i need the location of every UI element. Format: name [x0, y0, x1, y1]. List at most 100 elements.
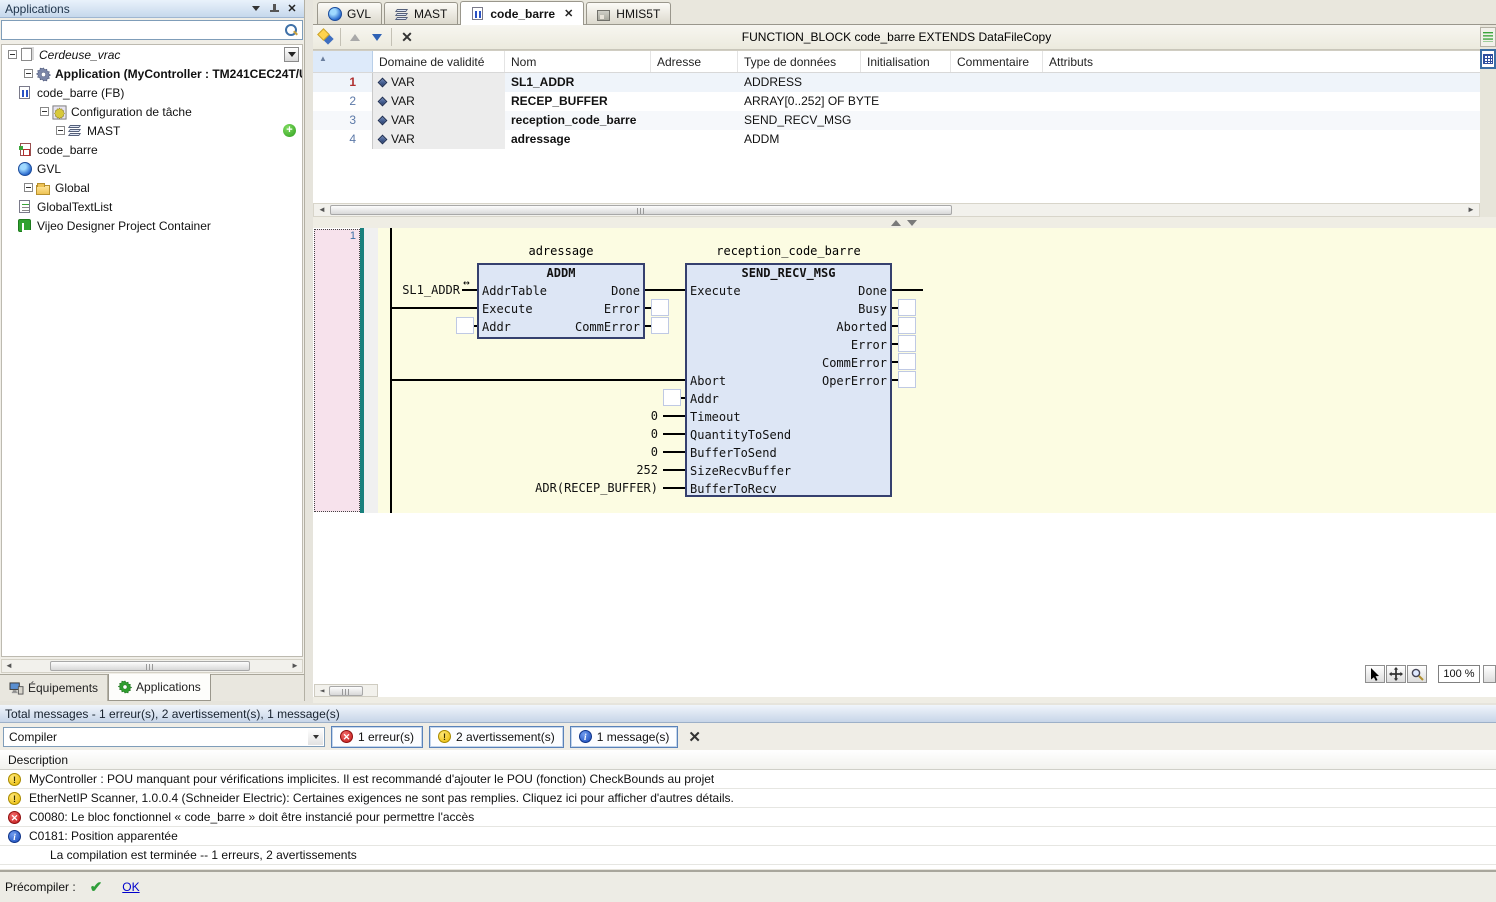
pin-input[interactable]: Execute — [482, 301, 533, 319]
column-header-init[interactable]: Initialisation — [861, 51, 951, 72]
message-row[interactable]: ✕ C0080: Le bloc fonctionnel « code_barr… — [0, 808, 1496, 827]
pin-input[interactable]: AddrTable — [482, 283, 547, 301]
declaration-horizontal-scrollbar[interactable]: ◄ ► — [313, 203, 1480, 217]
add-object-badge-icon[interactable]: + — [283, 124, 296, 137]
delete-variable-button[interactable]: ✕ — [397, 27, 417, 47]
tab-gvl[interactable]: GVL — [317, 2, 382, 24]
pin-input[interactable]: BufferToSend — [690, 445, 777, 463]
tab-code-barre[interactable]: code_barre ✕ — [460, 1, 584, 25]
empty-operand-box[interactable] — [456, 317, 474, 334]
combo-dropdown-icon[interactable] — [308, 729, 323, 745]
precompile-ok-link[interactable]: OK — [122, 880, 139, 894]
tab-mast[interactable]: MAST — [384, 2, 458, 24]
description-column-header[interactable]: Description — [0, 750, 1496, 770]
message-category-combobox[interactable]: Compiler — [3, 727, 325, 747]
network-margin[interactable]: 1 — [314, 229, 360, 512]
column-header-address[interactable]: Adresse — [651, 51, 738, 72]
fbd-block-addm[interactable]: ADDM AddrTableDone ExecuteError AddrComm… — [477, 263, 645, 339]
operand-buffer-to-send[interactable]: 0 — [558, 445, 658, 460]
tree-item-task-configuration[interactable]: Configuration de tâche — [2, 102, 302, 121]
pin-output[interactable]: Busy — [858, 301, 887, 319]
insert-variable-button[interactable] — [316, 27, 336, 47]
move-up-button[interactable] — [345, 27, 365, 47]
pin-input[interactable]: Execute — [690, 283, 741, 301]
pin-output[interactable]: CommError — [822, 355, 887, 373]
pin-input[interactable]: Addr — [690, 391, 719, 409]
expander-icon[interactable] — [56, 126, 65, 135]
column-header-name[interactable]: Nom — [505, 51, 651, 72]
message-row[interactable]: ! EtherNetIP Scanner, 1.0.0.4 (Schneider… — [0, 789, 1496, 808]
tree-horizontal-scrollbar[interactable]: ◄ ► — [1, 659, 303, 673]
operand-buffer-to-recv[interactable]: ADR(RECEP_BUFFER) — [508, 481, 658, 496]
instance-label-reception[interactable]: reception_code_barre — [685, 244, 892, 259]
pin-input[interactable]: SizeRecvBuffer — [690, 463, 791, 481]
empty-operand-box[interactable] — [898, 371, 916, 388]
pin-output[interactable]: Error — [604, 301, 640, 319]
zoom-level-display[interactable]: 100 % — [1438, 665, 1480, 683]
column-header-attributes[interactable]: Attributs — [1043, 51, 1480, 72]
pin-input[interactable]: QuantityToSend — [690, 427, 791, 445]
select-tool-button[interactable] — [1365, 665, 1385, 683]
pin-output[interactable]: Done — [858, 283, 887, 301]
pin-input[interactable]: Timeout — [690, 409, 741, 427]
empty-operand-box[interactable] — [651, 299, 669, 316]
scroll-left-icon[interactable]: ◄ — [316, 205, 328, 215]
empty-operand-box[interactable] — [898, 299, 916, 316]
tree-item-application[interactable]: Application (MyController : TM241CEC24T/… — [2, 64, 302, 83]
sort-column-header[interactable]: ▲ — [313, 51, 373, 72]
expander-icon[interactable] — [8, 50, 17, 59]
column-header-type[interactable]: Type de données — [738, 51, 861, 72]
pin-output[interactable]: Aborted — [836, 319, 887, 337]
message-row[interactable]: La compilation est terminée -- 1 erreurs… — [0, 846, 1496, 865]
operand-timeout[interactable]: 0 — [558, 409, 658, 424]
tree-search-input[interactable] — [4, 22, 274, 38]
fbd-editor[interactable]: 1 adressage reception_code_barre SL1_ADD… — [313, 228, 1496, 697]
filter-messages-button[interactable]: i 1 message(s) — [570, 726, 679, 748]
scroll-left-icon[interactable]: ◄ — [316, 686, 328, 696]
tree-item-global-folder[interactable]: Global — [2, 178, 302, 197]
fbd-block-send-recv-msg[interactable]: SEND_RECV_MSG ExecuteDone Busy Aborted E… — [685, 263, 892, 497]
fbd-horizontal-scrollbar[interactable]: ◄ — [314, 684, 378, 697]
scroll-right-icon[interactable]: ► — [1465, 205, 1477, 215]
empty-operand-box[interactable] — [651, 317, 669, 334]
panel-menu-icon[interactable] — [249, 3, 263, 15]
move-down-button[interactable] — [367, 27, 387, 47]
textual-view-button[interactable] — [1480, 27, 1496, 47]
pin-input[interactable]: Addr — [482, 319, 511, 337]
pan-tool-button[interactable] — [1386, 665, 1406, 683]
column-header-comment[interactable]: Commentaire — [951, 51, 1043, 72]
filter-warnings-button[interactable]: ! 2 avertissement(s) — [429, 726, 564, 748]
tree-item-vijeo-container[interactable]: Vijeo Designer Project Container — [2, 216, 302, 235]
search-icon[interactable] — [284, 23, 298, 37]
pin-input[interactable]: Abort — [690, 373, 726, 391]
pin-output[interactable]: CommError — [575, 319, 640, 337]
zoom-menu-button[interactable] — [1483, 665, 1496, 683]
expander-icon[interactable] — [40, 107, 49, 116]
empty-operand-box[interactable] — [663, 389, 681, 406]
column-header-scope[interactable]: Domaine de validité — [373, 51, 505, 72]
project-dropdown-button[interactable] — [284, 47, 299, 62]
message-row[interactable]: i C0181: Position apparentée — [0, 827, 1496, 846]
operand-quantity-to-send[interactable]: 0 — [558, 427, 658, 442]
empty-operand-box[interactable] — [898, 335, 916, 352]
fbd-canvas[interactable]: adressage reception_code_barre SL1_ADDR … — [378, 228, 1496, 513]
operand-size-recv-buffer[interactable]: 252 — [558, 463, 658, 478]
pin-input[interactable]: BufferToRecv — [690, 481, 777, 499]
scroll-left-icon[interactable]: ◄ — [3, 661, 15, 671]
scrollbar-thumb[interactable] — [330, 205, 952, 215]
clear-messages-button[interactable]: ✕ — [688, 728, 701, 746]
expander-icon[interactable] — [24, 69, 33, 78]
splitter-buttons[interactable] — [891, 218, 921, 227]
zoom-tool-button[interactable] — [1407, 665, 1427, 683]
pin-output[interactable]: OperError — [822, 373, 887, 391]
splitter-up-icon[interactable] — [891, 220, 901, 226]
variable-row[interactable]: 3 VAR reception_code_barre SEND_RECV_MSG — [313, 111, 1480, 130]
tree-item-mast-task[interactable]: MAST + — [2, 121, 302, 140]
instance-label-adressage[interactable]: adressage — [477, 244, 645, 259]
pin-output[interactable]: Done — [611, 283, 640, 301]
variable-row[interactable]: 2 VAR RECEP_BUFFER ARRAY[0..252] OF BYTE — [313, 92, 1480, 111]
tree-item-task-call-code-barre[interactable]: code_barre — [2, 140, 302, 159]
scrollbar-thumb[interactable] — [329, 686, 363, 696]
variable-row[interactable]: 1 VAR SL1_ADDR ADDRESS — [313, 73, 1480, 92]
tab-applications[interactable]: Applications — [108, 674, 211, 701]
